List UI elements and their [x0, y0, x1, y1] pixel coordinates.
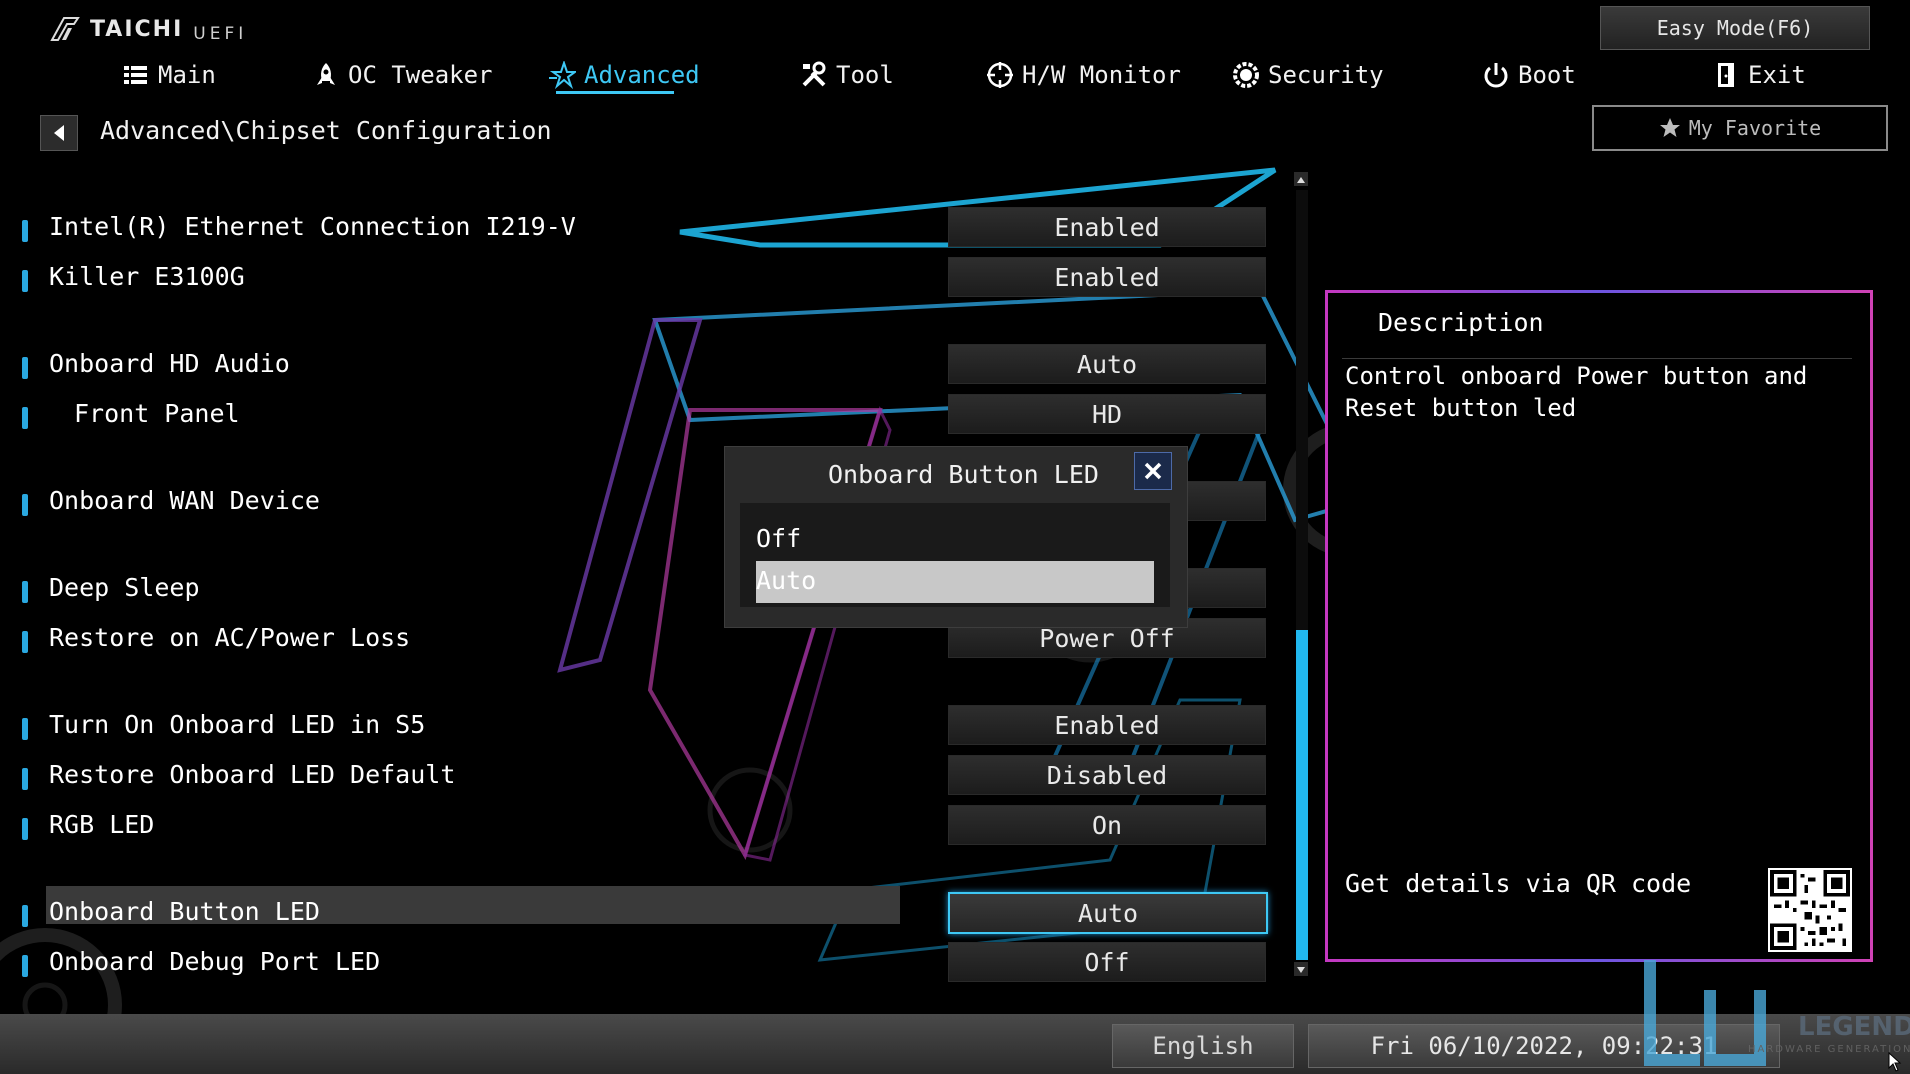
- crosshair-icon: [987, 62, 1013, 88]
- setting-value[interactable]: Enabled: [948, 705, 1266, 745]
- setting-label[interactable]: Restore Onboard LED Default: [49, 760, 455, 789]
- tab-main[interactable]: Main: [122, 52, 216, 98]
- tab-oc-tweaker[interactable]: OC Tweaker: [312, 52, 493, 98]
- setting-value[interactable]: Enabled: [948, 207, 1266, 247]
- star-favorite-icon: [1659, 118, 1680, 137]
- taichi-logo-icon: [50, 17, 80, 41]
- my-favorite-button[interactable]: My Favorite: [1592, 105, 1888, 151]
- description-title: Description: [1378, 308, 1544, 337]
- setting-value[interactable]: Auto: [948, 344, 1266, 384]
- tab-boot-label: Boot: [1518, 61, 1576, 89]
- setting-value[interactable]: Enabled: [948, 257, 1266, 297]
- setting-row-marker: [22, 270, 28, 292]
- scroll-thumb[interactable]: [1296, 630, 1308, 960]
- setting-label[interactable]: Onboard Debug Port LED: [49, 947, 380, 976]
- my-favorite-label: My Favorite: [1688, 116, 1822, 140]
- setting-row-marker: [22, 407, 28, 429]
- setting-label[interactable]: Killer E3100G: [49, 262, 245, 291]
- setting-row-marker: [22, 955, 28, 977]
- setting-label[interactable]: Turn On Onboard LED in S5: [49, 710, 425, 739]
- tab-hw-monitor[interactable]: H/W Monitor: [986, 52, 1181, 98]
- watermark-sub: HARDWARE GENERATION: [1748, 1044, 1910, 1055]
- description-text: Control onboard Power button and Reset b…: [1345, 362, 1808, 422]
- popup-close-button[interactable]: [1134, 452, 1172, 490]
- tab-advanced-label: Advanced: [584, 61, 700, 89]
- list-icon: [124, 66, 147, 84]
- setting-value[interactable]: On: [948, 805, 1266, 845]
- rocket-icon: [317, 63, 335, 85]
- brand-logo: TAICHI UEFI: [50, 14, 247, 44]
- setting-row-marker: [22, 581, 28, 603]
- back-arrow-icon: [54, 125, 64, 141]
- tools-icon: [802, 61, 826, 87]
- shield-icon: [1233, 62, 1259, 88]
- scroll-down-icon: [1297, 967, 1305, 973]
- setting-value[interactable]: Disabled: [948, 755, 1266, 795]
- back-button[interactable]: [40, 115, 78, 151]
- star-icon: [549, 61, 576, 89]
- watermark-text: LEGEND: [1798, 1012, 1910, 1042]
- setting-row-marker: [22, 818, 28, 840]
- setting-row-marker: [22, 718, 28, 740]
- setting-label[interactable]: Deep Sleep: [49, 573, 200, 602]
- setting-row-marker: [22, 631, 28, 653]
- setting-row-marker: [22, 357, 28, 379]
- popup-title: Onboard Button LED: [828, 460, 1099, 489]
- setting-row-marker: [22, 905, 28, 927]
- mouse-cursor-icon: [1888, 1052, 1902, 1072]
- tab-exit[interactable]: Exit: [1712, 52, 1806, 98]
- setting-label[interactable]: RGB LED: [49, 810, 154, 839]
- tab-main-label: Main: [158, 61, 216, 89]
- exit-door-icon: [1718, 63, 1734, 87]
- setting-label[interactable]: Onboard Button LED: [49, 897, 320, 926]
- tab-hw-monitor-label: H/W Monitor: [1022, 61, 1181, 89]
- tab-tool-label: Tool: [836, 61, 894, 89]
- popup-option-off[interactable]: Off: [756, 524, 801, 553]
- tab-exit-label: Exit: [1748, 61, 1806, 89]
- setting-value[interactable]: HD: [948, 394, 1266, 434]
- breadcrumb: Advanced\Chipset Configuration: [100, 116, 552, 145]
- setting-value[interactable]: Auto: [948, 892, 1268, 934]
- setting-label[interactable]: Onboard WAN Device: [49, 486, 320, 515]
- easy-mode-button[interactable]: Easy Mode(F6): [1600, 6, 1870, 50]
- tab-oc-tweaker-label: OC Tweaker: [348, 61, 493, 89]
- setting-value[interactable]: Off: [948, 942, 1266, 982]
- setting-label[interactable]: Restore on AC/Power Loss: [49, 623, 410, 652]
- tab-security-label: Security: [1268, 61, 1384, 89]
- active-tab-underline: [556, 91, 674, 94]
- scroll-up-icon: [1297, 177, 1305, 183]
- legend-watermark-logo: LEGEND HARDWARE GENERATION: [1644, 960, 1910, 1066]
- tab-tool[interactable]: Tool: [800, 52, 894, 98]
- qr-label: Get details via QR code: [1345, 869, 1692, 898]
- scroll-down-button[interactable]: [1294, 962, 1308, 976]
- power-icon: [1484, 63, 1508, 88]
- setting-label[interactable]: Onboard HD Audio: [49, 349, 290, 378]
- setting-label[interactable]: Front Panel: [74, 399, 240, 428]
- popup-option-auto[interactable]: Auto: [756, 566, 816, 595]
- tab-boot[interactable]: Boot: [1482, 52, 1576, 98]
- qr-code: [1768, 868, 1852, 952]
- setting-row-marker: [22, 768, 28, 790]
- scroll-up-button[interactable]: [1294, 172, 1308, 186]
- brand-name: TAICHI: [90, 16, 184, 42]
- setting-row-marker: [22, 494, 28, 516]
- setting-row-marker: [22, 220, 28, 242]
- description-divider: [1342, 358, 1852, 359]
- setting-label[interactable]: Intel(R) Ethernet Connection I219-V: [49, 212, 576, 241]
- language-button[interactable]: English: [1112, 1024, 1294, 1068]
- close-icon: [1144, 462, 1162, 480]
- tab-security[interactable]: Security: [1232, 52, 1384, 98]
- brand-sub: UEFI: [193, 24, 248, 44]
